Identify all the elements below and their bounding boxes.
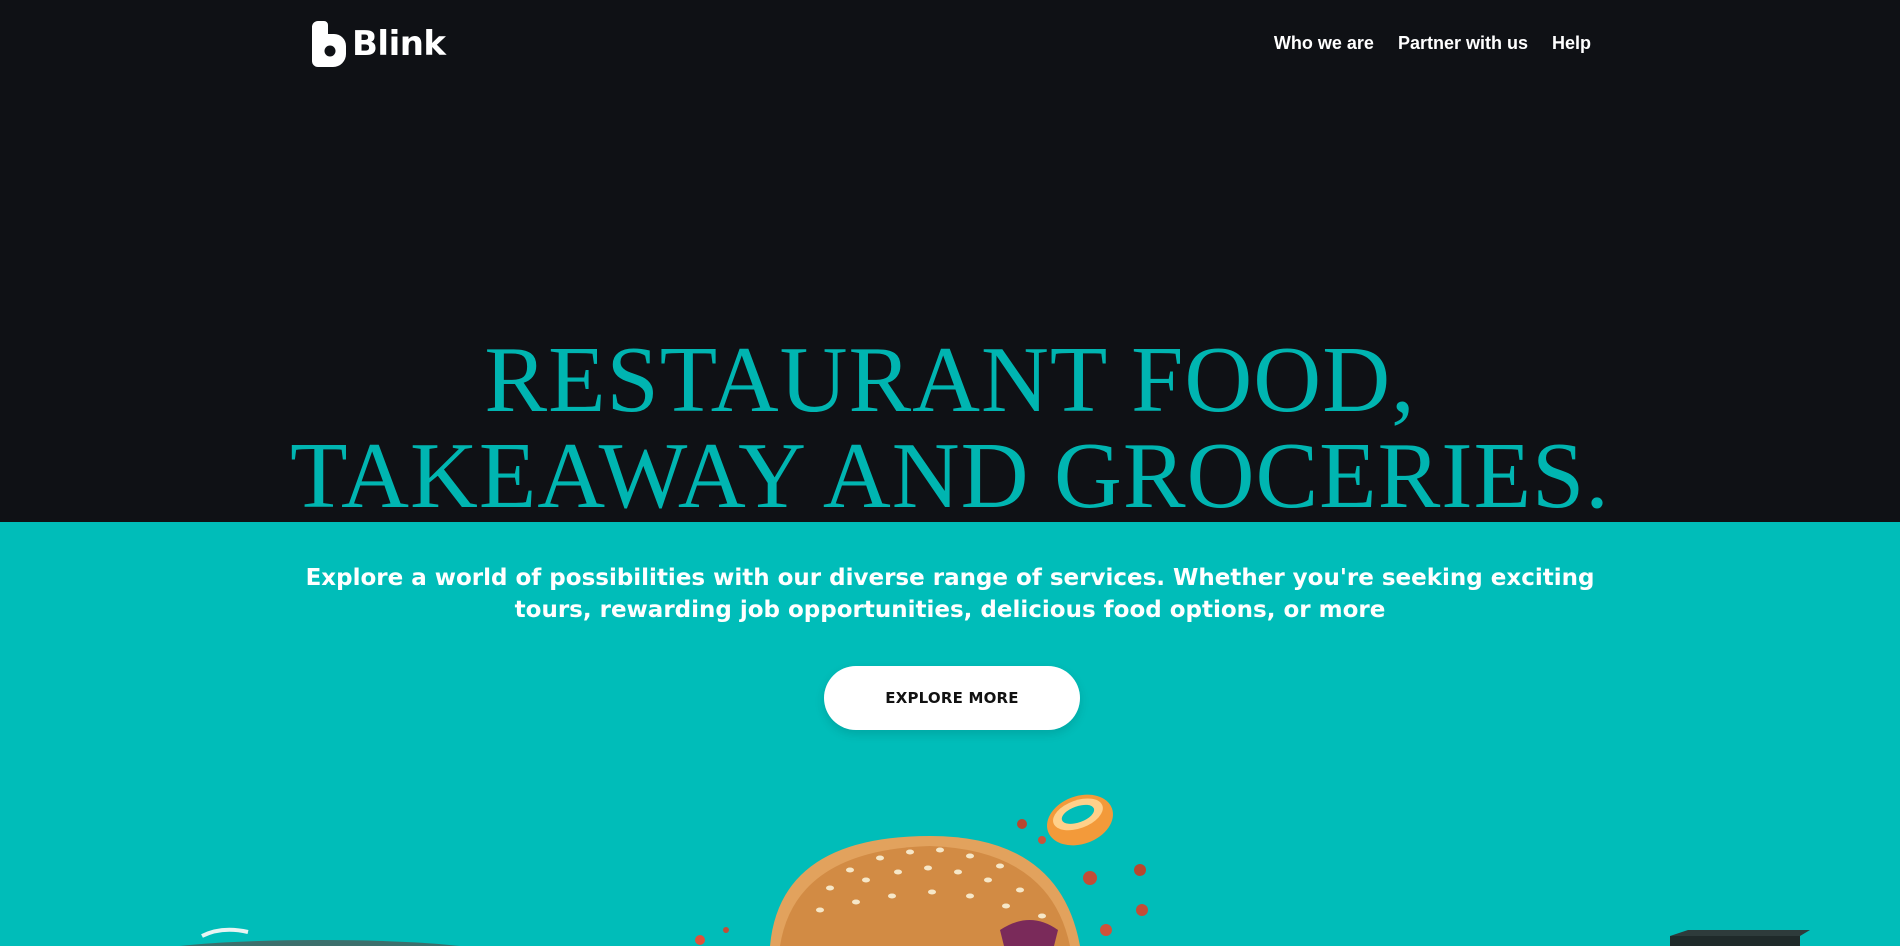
headline-line-1: RESTAURANT FOOD,	[484, 328, 1416, 432]
burger-image	[695, 794, 1148, 946]
plate-image	[180, 927, 460, 946]
hero-subtext: Explore a world of possibilities with ou…	[305, 565, 1595, 623]
headline-line-2: TAKEAWAY AND GROCERIES.	[290, 424, 1610, 528]
nav-help[interactable]: Help	[1552, 32, 1591, 54]
brand-logo[interactable]: Blink	[312, 20, 446, 68]
blink-logo-icon	[312, 21, 346, 67]
main-nav: Who we are Partner with us Help	[1274, 32, 1591, 54]
hero-headline: RESTAURANT FOOD, TAKEAWAY AND GROCERIES.	[0, 332, 1900, 524]
nav-who-we-are[interactable]: Who we are	[1274, 32, 1374, 54]
brand-name: Blink	[352, 24, 446, 64]
delivery-box-image	[1670, 930, 1810, 946]
nav-partner-with-us[interactable]: Partner with us	[1398, 32, 1528, 54]
explore-more-button[interactable]: EXPLORE MORE	[824, 666, 1080, 730]
